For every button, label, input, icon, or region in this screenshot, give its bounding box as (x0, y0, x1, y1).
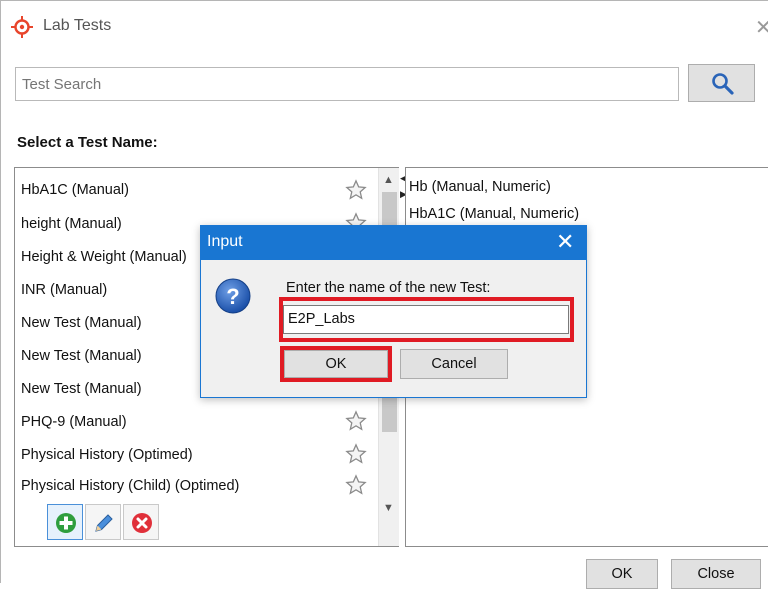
target-app-icon (11, 16, 33, 38)
list-toolbar (47, 504, 161, 540)
list-item[interactable]: Physical History (Optimed) (21, 440, 193, 470)
dialog-cancel-button[interactable]: Cancel (400, 349, 508, 379)
scroll-up-icon[interactable]: ▲ (383, 174, 394, 186)
list-item[interactable]: PHQ-9 (Manual) (21, 407, 127, 437)
list-item[interactable]: Physical History (Child) (Optimed) (21, 471, 239, 501)
question-icon: ? (215, 278, 251, 314)
ok-button[interactable]: OK (586, 559, 658, 589)
list-item[interactable]: New Test (Manual) (21, 308, 142, 338)
window-close-icon[interactable]: ✕ (755, 15, 768, 40)
edit-test-button[interactable] (85, 504, 121, 540)
delete-test-button[interactable] (123, 504, 159, 540)
add-test-button[interactable] (47, 504, 83, 540)
list-item[interactable]: New Test (Manual) (21, 374, 142, 404)
window-titlebar: Lab Tests ✕ (1, 1, 768, 53)
dialog-title: Input (207, 233, 243, 250)
list-item[interactable]: HbA1C (Manual) (21, 175, 129, 205)
input-dialog: Input ✕ ? Enter the name of the new Test… (200, 225, 587, 398)
dialog-close-icon[interactable]: ✕ (556, 229, 574, 255)
star-icon[interactable] (345, 443, 367, 465)
list-item[interactable]: Hb (Manual, Numeric) (409, 179, 551, 195)
star-icon[interactable] (345, 474, 367, 496)
svg-text:?: ? (226, 284, 239, 309)
search-button[interactable] (688, 64, 755, 102)
list-item[interactable]: New Test (Manual) (21, 341, 142, 371)
pencil-icon (95, 514, 113, 532)
dialog-prompt: Enter the name of the new Test: (286, 280, 491, 296)
star-icon[interactable] (345, 179, 367, 201)
close-button[interactable]: Close (671, 559, 761, 589)
list-item[interactable]: Height & Weight (Manual) (21, 242, 187, 272)
highlight-box (279, 297, 574, 342)
select-test-label: Select a Test Name: (17, 134, 158, 151)
list-item[interactable]: HbA1C (Manual, Numeric) (409, 206, 579, 222)
search-icon (712, 73, 734, 95)
highlight-box (280, 346, 392, 382)
window-title: Lab Tests (43, 17, 112, 34)
add-icon (56, 513, 76, 533)
list-item[interactable]: height (Manual) (21, 209, 122, 239)
star-icon[interactable] (345, 410, 367, 432)
scroll-down-icon[interactable]: ▼ (383, 502, 394, 514)
dialog-titlebar: Input ✕ (201, 226, 586, 260)
list-item[interactable]: INR (Manual) (21, 275, 107, 305)
test-search-input[interactable] (15, 67, 679, 101)
delete-icon (132, 513, 152, 533)
